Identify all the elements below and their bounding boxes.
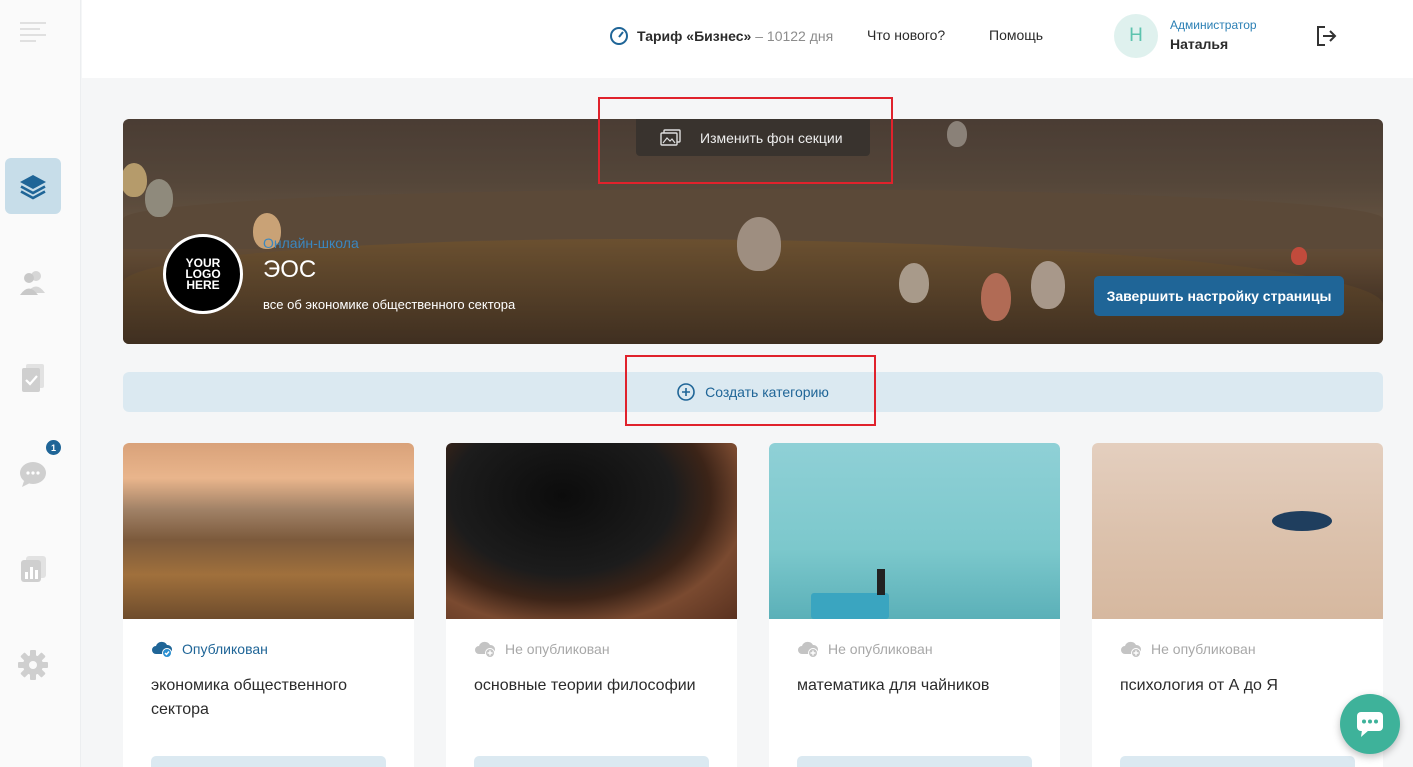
card-action-button[interactable] [1120, 756, 1355, 767]
cloud-plus-icon [1121, 641, 1142, 658]
support-chat-button[interactable] [1340, 694, 1400, 754]
sidebar-item-settings[interactable] [5, 637, 61, 693]
sidebar-item-users[interactable] [5, 254, 61, 310]
category-card[interactable]: Опубликован экономика общественного сект… [123, 443, 414, 767]
category-card[interactable]: Не опубликован математика для чайников [769, 443, 1060, 767]
top-header: Тариф «Бизнес» – 10122 дня Что нового? П… [82, 0, 1413, 78]
card-title: основные теории философии [474, 677, 696, 694]
school-name: ЭОС [263, 256, 317, 283]
avatar[interactable]: Н [1114, 14, 1158, 58]
user-role: Администратор [1170, 18, 1257, 32]
whats-new-link[interactable]: Что нового? [867, 27, 945, 43]
status-label: Не опубликован [505, 641, 610, 657]
reports-icon [21, 556, 46, 582]
school-type: Онлайн-школа [263, 235, 359, 251]
menu-icon [20, 22, 46, 42]
highlight-box [625, 355, 876, 426]
gear-icon [18, 650, 48, 680]
card-image [769, 443, 1060, 619]
sidebar-item-layers[interactable] [5, 158, 61, 214]
balloon-image [947, 121, 967, 147]
card-action-button[interactable] [474, 756, 709, 767]
document-check-icon [22, 364, 44, 392]
sidebar-item-reports[interactable] [5, 541, 61, 597]
balloon-image [899, 263, 929, 303]
finish-setup-button[interactable]: Завершить настройку страницы [1094, 276, 1344, 316]
sidebar: 1 [0, 0, 81, 767]
card-image [1092, 443, 1383, 619]
speedometer-icon [610, 27, 628, 45]
status-unpublished: Не опубликован [1120, 640, 1256, 658]
balloon-image [1031, 261, 1065, 309]
chat-bubbles-icon [20, 462, 46, 487]
card-title: психология от А до Я [1120, 677, 1278, 694]
balloon-image [1291, 247, 1307, 265]
status-label: Не опубликован [828, 641, 933, 657]
school-description: все об экономике общественного сектора [263, 297, 516, 312]
status-label: Не опубликован [1151, 641, 1256, 657]
sidebar-item-documents[interactable] [5, 350, 61, 406]
cloud-check-icon [152, 641, 173, 658]
status-published: Опубликован [151, 640, 268, 658]
card-action-button[interactable] [797, 756, 1032, 767]
layers-icon [20, 175, 46, 200]
user-name: Наталья [1170, 36, 1229, 52]
logout-icon [1317, 26, 1337, 46]
status-label: Опубликован [182, 641, 268, 657]
logout-button[interactable] [1314, 24, 1338, 53]
notification-badge: 1 [46, 440, 61, 455]
category-card[interactable]: Не опубликован основные теории философии [446, 443, 737, 767]
sidebar-item-messages[interactable]: 1 [5, 440, 61, 502]
tariff-days: – 10122 дня [751, 28, 834, 44]
status-unpublished: Не опубликован [797, 640, 933, 658]
menu-button[interactable] [5, 3, 61, 59]
tariff-name: Тариф «Бизнес» [637, 28, 752, 44]
highlight-box [598, 97, 893, 184]
card-title: экономика общественного сектора [151, 677, 348, 718]
balloon-image [981, 273, 1011, 321]
status-unpublished: Не опубликован [474, 640, 610, 658]
help-link[interactable]: Помощь [989, 27, 1043, 43]
school-logo[interactable]: YOUR LOGO HERE [163, 234, 243, 314]
users-icon [20, 271, 45, 295]
card-image [446, 443, 737, 619]
balloon-image [145, 179, 173, 217]
card-title: математика для чайников [797, 677, 990, 694]
cloud-plus-icon [475, 641, 496, 658]
balloon-image [123, 163, 147, 197]
logo-text: YOUR LOGO HERE [185, 255, 221, 292]
card-image [123, 443, 414, 619]
cloud-plus-icon [798, 641, 819, 658]
card-action-button[interactable] [151, 756, 386, 767]
balloon-image [737, 217, 781, 271]
chat-icon [1357, 712, 1383, 737]
tariff-info[interactable]: Тариф «Бизнес» – 10122 дня [609, 26, 833, 46]
category-card[interactable]: Не опубликован психология от А до Я [1092, 443, 1383, 767]
